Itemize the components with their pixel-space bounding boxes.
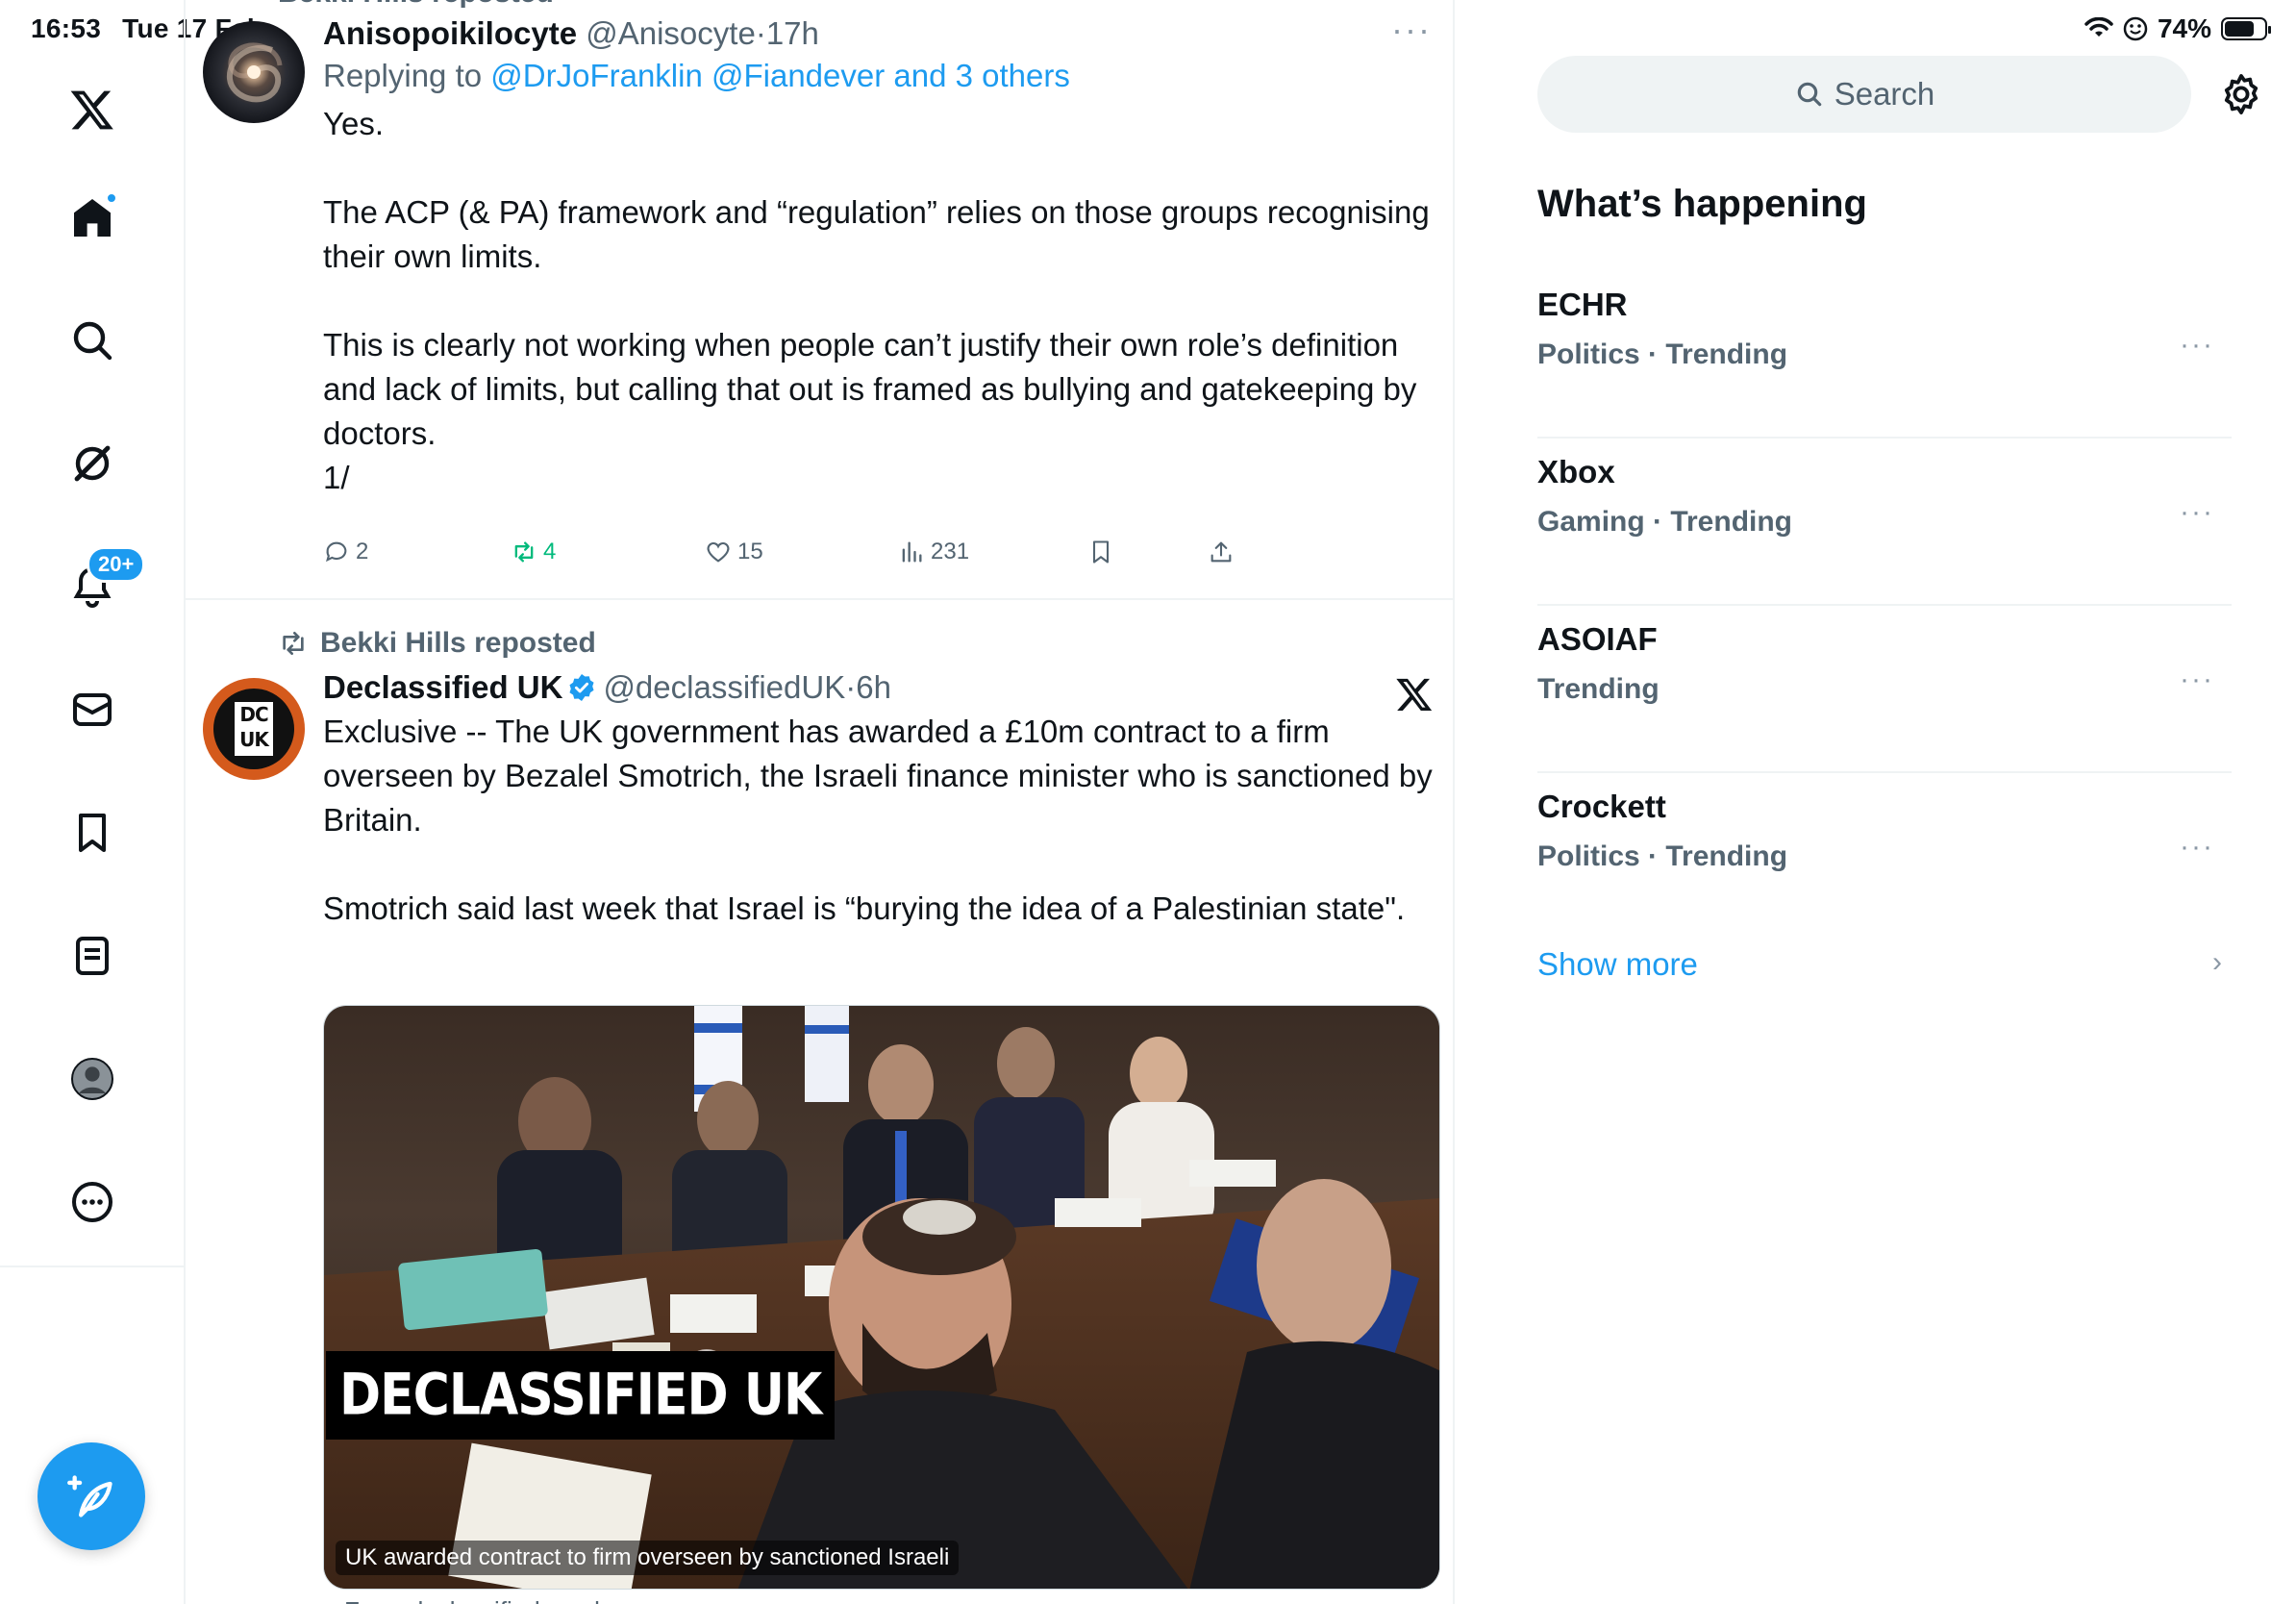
x-logo-icon[interactable] [62,79,123,140]
reply-count: 2 [356,539,369,564]
reply-button[interactable]: 2 [323,539,368,565]
replying-prefix: Replying to [323,58,483,93]
tweet-header: Declassified UK @declassifiedUK·6h [323,669,1435,706]
tweet-media-card[interactable]: DECLASSIFIED UK UK awarded contract to f… [323,1005,1440,1590]
verified-badge-icon [569,674,594,701]
avatar[interactable] [203,21,305,123]
trend-more-icon[interactable]: ··· [2180,831,2214,864]
trend-item[interactable]: ECHR Politics · Trending ··· [1537,271,2232,439]
trend-item[interactable]: Xbox Gaming · Trending ··· [1537,439,2232,606]
repost-count: 4 [543,539,557,564]
trend-meta: Politics · Trending [1537,840,1788,872]
bookmarks-icon[interactable] [62,802,123,864]
gear-icon[interactable] [2218,71,2264,117]
right-sidebar: Search What’s happening ECHR Politics · … [1457,0,2296,1604]
trend-meta: Gaming · Trending [1537,506,1793,538]
tweet-header: Anisopoikilocyte @Anisocyte·17h [323,15,1437,52]
compose-feather-icon [67,1475,112,1517]
timeline: Bekki Hills reposted Anisopoikilocyte @A… [186,0,1455,1604]
trend-meta: Trending [1537,673,1660,705]
replying-to-links[interactable]: @DrJoFranklin @Fiandever and 3 others [490,58,1070,93]
tweet-time[interactable]: 6h [856,669,891,705]
repost-label[interactable]: Bekki Hills reposted [320,627,596,660]
repost-icon [283,632,304,655]
trend-more-icon[interactable]: ··· [2180,664,2214,696]
compose-button[interactable] [37,1442,145,1550]
x-logo-icon[interactable] [1395,675,1434,714]
bookmark-icon [1092,540,1110,564]
lists-icon[interactable] [62,925,123,987]
trend-name: Crockett [1537,789,1666,824]
author-name[interactable]: Anisopoikilocyte [323,15,577,51]
nav-divider [0,1266,186,1267]
declassified-logo: DC UK [213,689,294,769]
notifications-badge: 20+ [87,546,146,583]
like-button[interactable]: 15 [705,539,763,565]
search-input[interactable]: Search [1537,56,2191,133]
trend-name: ASOIAF [1537,621,1658,657]
repost-label-partial: Bekki Hills reposted [278,0,554,10]
author-name[interactable]: Declassified UK [323,669,562,705]
view-count: 231 [931,539,970,564]
notifications-icon[interactable]: 20+ [62,546,146,617]
bookmark-button[interactable] [1087,539,1114,565]
avatar-logo-text-1: DC [239,703,268,726]
tweet-text: Yes. The ACP (& PA) framework and “regul… [323,106,1430,495]
repost-button[interactable]: 4 [511,539,556,565]
repost-icon [514,541,534,563]
search-icon [1797,82,1821,107]
left-nav: 20+ [0,0,186,1604]
media-caption: UK awarded contract to firm overseen by … [336,1541,960,1575]
share-icon [1210,541,1232,563]
trend-more-icon[interactable]: ··· [2180,496,2214,529]
media-watermark-label: DECLASSIFIED UK [326,1351,836,1440]
trend-name: ECHR [1537,287,1628,322]
replying-to: Replying to @DrJoFranklin @Fiandever and… [323,58,1437,94]
home-icon[interactable] [62,187,123,248]
show-more-link[interactable]: Show more › [1537,946,2232,983]
share-button[interactable] [1208,539,1235,565]
grok-icon[interactable] [62,433,123,494]
dot-separator: · [755,15,766,51]
whats-happening-title: What’s happening [1537,183,1867,225]
trend-item[interactable]: ASOIAF Trending ··· [1537,606,2232,773]
reply-icon [326,541,347,563]
trend-meta: Politics · Trending [1537,338,1788,370]
tweet-actions: 2 4 15 231 [323,539,1236,577]
chevron-right-icon: › [2212,946,2222,978]
analytics-icon [902,541,922,563]
home-unread-dot [106,192,117,204]
profile-avatar-icon[interactable] [62,1048,123,1110]
search-icon[interactable] [62,310,123,371]
show-more-label: Show more [1537,946,1698,982]
tweet-time[interactable]: 17h [766,15,819,51]
dot-separator: · [845,669,857,705]
heart-icon [707,541,730,563]
messages-icon[interactable] [62,679,123,740]
tweet-anisopoikilocyte[interactable]: Bekki Hills reposted Anisopoikilocyte @A… [186,0,1453,598]
like-count: 15 [737,539,763,564]
cabinet-meeting-photo [324,1006,1439,1589]
search-placeholder: Search [1834,76,1935,112]
galaxy-avatar-image [226,42,283,103]
author-handle[interactable]: @declassifiedUK [603,669,845,705]
more-options-icon[interactable]: ··· [1391,10,1432,50]
avatar-logo-text-2: UK [239,728,269,751]
trend-item[interactable]: Crockett Politics · Trending ··· [1537,773,2232,940]
avatar[interactable]: DC UK [203,678,305,780]
views-button[interactable]: 231 [898,539,969,565]
link-source[interactable]: From declassified.co.uk [344,1596,607,1604]
trend-name: Xbox [1537,454,1615,489]
tweet-text: Exclusive -- The UK government has award… [323,714,1433,926]
author-handle[interactable]: @Anisocyte [586,15,756,51]
repost-context: Bekki Hills reposted [278,627,596,660]
more-icon[interactable] [62,1171,123,1233]
trend-more-icon[interactable]: ··· [2180,329,2214,362]
